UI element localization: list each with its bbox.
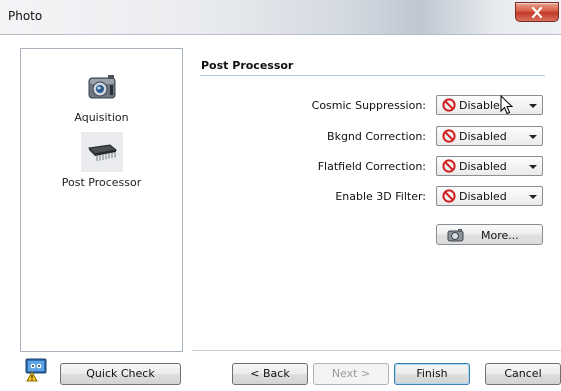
chevron-down-icon [529,135,537,139]
disabled-icon [442,189,456,203]
chip-icon [87,144,117,161]
nav-panel: Aquisition Post Processor [20,48,183,352]
setting-label-cosmic-suppression: Cosmic Suppression: [311,99,426,112]
disabled-icon [442,98,456,112]
nav-label-aquisition: Aquisition [74,111,129,124]
dropdown-value: Disabled [459,130,507,143]
disabled-icon [442,129,456,143]
setting-label-bkgnd-correction: Bkgnd Correction: [327,130,426,143]
window-title: Photo [8,9,43,23]
cancel-button[interactable]: Cancel [485,363,561,385]
nav-label-post-processor: Post Processor [61,176,142,189]
chevron-down-icon [529,195,537,199]
more-button[interactable]: More... [436,224,543,245]
chevron-down-icon [529,165,537,169]
flatfield-correction-dropdown[interactable]: Disabled [436,156,543,176]
next-button[interactable]: Next > [313,363,389,385]
enable-3d-filter-dropdown[interactable]: Disabled [436,186,543,206]
cursor-icon [500,95,514,115]
setting-label-enable-3d-filter: Enable 3D Filter: [335,190,426,203]
title-bar: Photo [0,0,561,35]
nav-item-aquisition[interactable]: Aquisition [21,67,182,124]
bottom-divider [192,350,561,351]
dropdown-value: Disabled [459,190,507,203]
more-button-label: More... [481,229,519,242]
finish-button[interactable]: Finish [394,363,470,385]
cosmic-suppression-dropdown[interactable]: Disabled [436,95,543,115]
disabled-icon [442,159,456,173]
nav-item-post-processor[interactable]: Post Processor [21,132,182,189]
close-icon [531,6,543,18]
back-button[interactable]: < Back [232,363,308,385]
quick-check-button[interactable]: Quick Check [60,363,181,385]
close-button[interactable] [515,2,559,22]
camera-icon [88,75,115,99]
quick-check-icon [25,358,47,382]
chevron-down-icon [529,104,537,108]
setting-label-flatfield-correction: Flatfield Correction: [317,160,426,173]
section-title: Post Processor [201,59,294,72]
dropdown-value: Disabled [459,160,507,173]
camera-settings-icon [447,229,464,242]
bkgnd-correction-dropdown[interactable]: Disabled [436,126,543,146]
section-divider [200,75,545,76]
